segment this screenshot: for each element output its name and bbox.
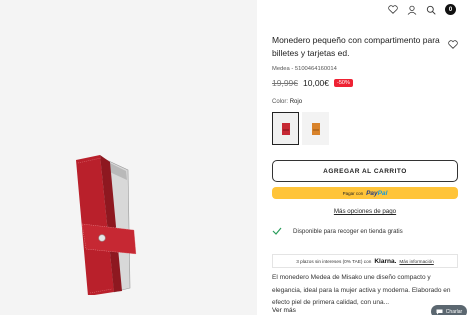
add-to-cart-button[interactable]: AGREGAR AL CARRITO	[272, 160, 458, 182]
header-actions: 0	[388, 4, 456, 15]
availability-text: Disponible para recoger en tienda gratis	[293, 227, 403, 235]
color-label: Color: Rojo	[272, 99, 302, 105]
wishlist-heart-icon[interactable]	[448, 36, 458, 54]
cart-count-badge[interactable]: 0	[445, 4, 456, 15]
chat-icon	[436, 309, 443, 314]
discount-badge: -50%	[334, 79, 353, 87]
klarna-banner: 3 plazos sin intereses (0% TAE) con Klar…	[272, 254, 458, 268]
see-more-link[interactable]: Ver más	[272, 307, 296, 314]
swatch-orange[interactable]	[302, 112, 329, 145]
product-title: Monedero pequeño con compartimento para …	[272, 35, 440, 58]
check-icon	[272, 227, 282, 235]
more-payment-options-link[interactable]: Más opciones de pago	[272, 208, 458, 215]
current-price: 10,00€	[303, 78, 329, 88]
klarna-text: 3 plazos sin intereses (0% TAE) con	[296, 258, 372, 264]
klarna-info-link[interactable]: Más información	[399, 259, 433, 264]
availability-row: Disponible para recoger en tienda gratis	[272, 227, 403, 235]
swatch-red-thumbnail	[281, 122, 290, 135]
paypal-button[interactable]: Pagar con PayPal	[272, 187, 458, 199]
product-description: El monedero Medea de Misako une diseño c…	[272, 274, 451, 306]
search-icon[interactable]	[426, 5, 436, 15]
klarna-logo: Klarna.	[374, 257, 397, 265]
color-value: Rojo	[289, 99, 303, 105]
swatch-orange-thumbnail	[311, 122, 320, 135]
product-image	[76, 155, 137, 295]
product-image-gallery[interactable]	[0, 0, 257, 315]
heart-icon[interactable]	[388, 5, 398, 15]
chat-label: Charlar	[445, 308, 463, 315]
color-label-text: Color:	[272, 99, 289, 105]
chat-button[interactable]: Charlar	[431, 305, 467, 315]
old-price: 19,99€	[272, 78, 298, 88]
price-row: 19,99€ 10,00€ -50%	[272, 78, 353, 88]
user-icon[interactable]	[407, 5, 417, 15]
color-swatches	[272, 112, 329, 145]
paypal-logo: PayPal	[366, 189, 388, 197]
paypal-prefix: Pagar con	[342, 190, 364, 196]
product-sku: Medea - 5100464160014	[272, 66, 337, 72]
swatch-red[interactable]	[272, 112, 299, 145]
